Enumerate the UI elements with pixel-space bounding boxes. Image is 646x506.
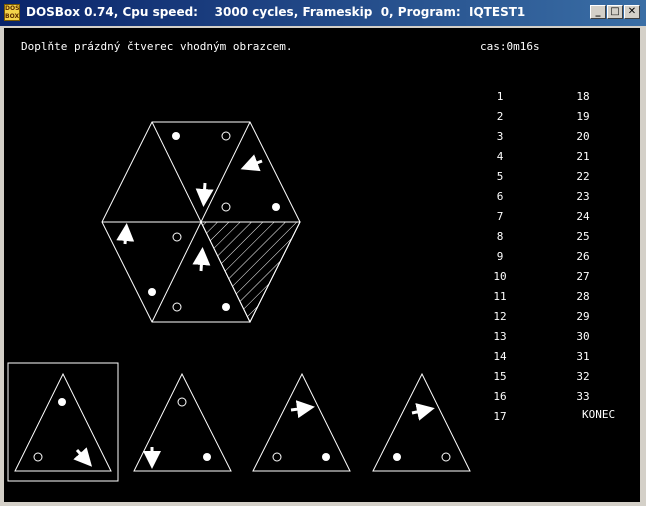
maximize-button[interactable]: □ [607, 5, 623, 19]
option-1-selection-box [7, 362, 119, 482]
minimize-button[interactable]: _ [590, 5, 606, 19]
hex-cell-upper-right [221, 154, 280, 212]
answer-option-4[interactable] [372, 372, 471, 472]
answer-option-1[interactable] [14, 372, 112, 472]
dosbox-window: DOS BOX DOSBox 0.74, Cpu speed: 3000 cyc… [0, 0, 646, 506]
answer-option-2[interactable] [133, 372, 232, 472]
answer-option-3[interactable] [252, 372, 351, 472]
hex-cell-top [172, 131, 231, 207]
title-bar[interactable]: DOS BOX DOSBox 0.74, Cpu speed: 3000 cyc… [0, 0, 646, 26]
puzzle-graphics [7, 121, 471, 482]
dosbox-app-icon[interactable]: DOS BOX [4, 4, 20, 21]
dos-screen: Doplňte prázdný čtverec vhodným obrazcem… [4, 28, 640, 502]
empty-cell-hatched [200, 221, 301, 324]
hex-cell-lower-left [116, 223, 182, 296]
close-button[interactable]: ✕ [624, 5, 640, 19]
window-title: DOSBox 0.74, Cpu speed: 3000 cycles, Fra… [26, 5, 526, 19]
